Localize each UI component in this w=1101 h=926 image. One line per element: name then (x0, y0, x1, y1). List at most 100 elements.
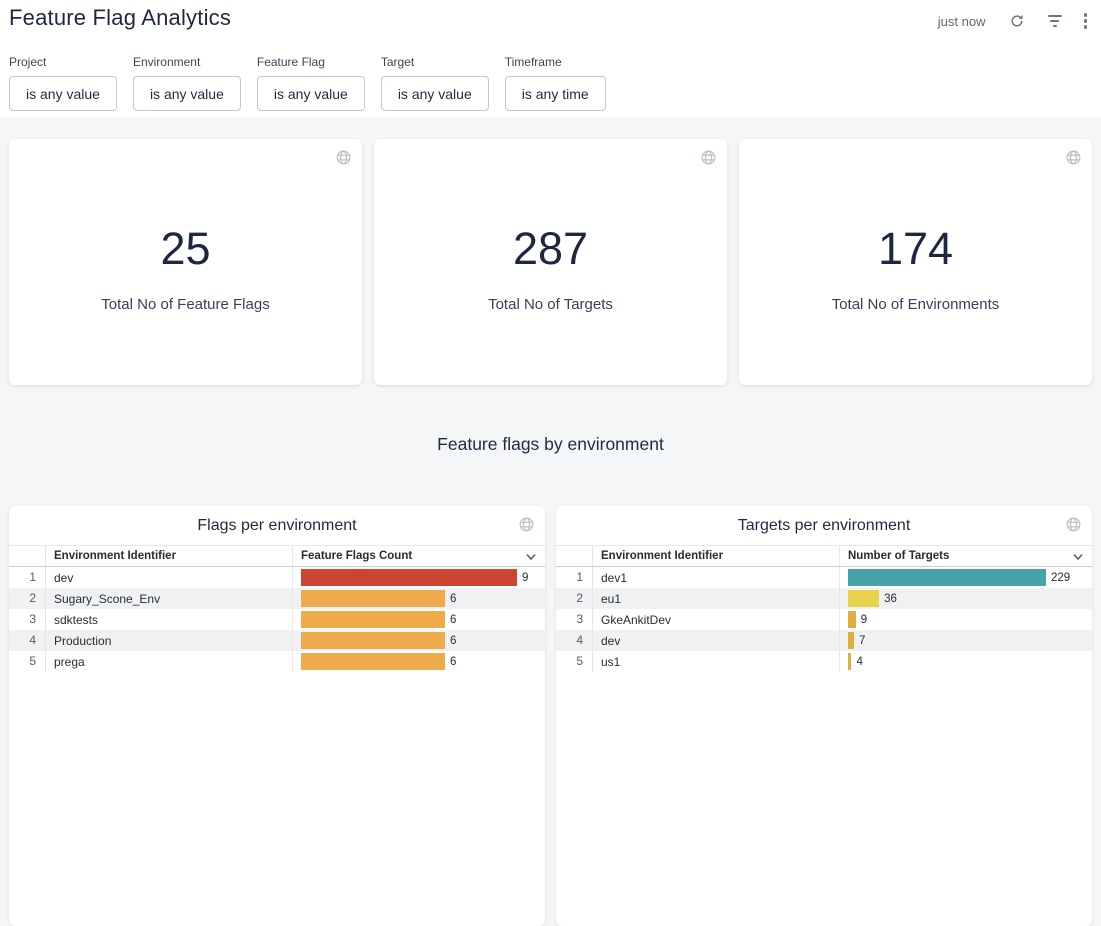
column-header-label: Feature Flags Count (301, 550, 412, 562)
table-row[interactable]: 5 prega 6 (9, 651, 545, 672)
dashboard-filters-button[interactable] (1048, 11, 1062, 31)
filter-label: Environment (133, 55, 241, 69)
page-title: Feature Flag Analytics (9, 5, 231, 31)
title-row: Feature Flag Analytics just now (0, 0, 1101, 31)
value-bar (301, 653, 445, 670)
column-header-feature-flags-count[interactable]: Feature Flags Count (293, 546, 545, 566)
value-bar (848, 590, 879, 607)
filter-target-value[interactable]: is any value (381, 76, 489, 111)
bar-value-label: 36 (884, 593, 897, 605)
value-bar (301, 569, 517, 586)
row-index: 4 (556, 630, 593, 651)
kebab-menu-icon (1084, 13, 1088, 29)
chevron-down-icon[interactable] (525, 552, 537, 562)
cell-environment-identifier: eu1 (593, 588, 840, 609)
filter-environment-value[interactable]: is any value (133, 76, 241, 111)
bar-value-label: 6 (450, 614, 456, 626)
table-row[interactable]: 2 eu1 36 (556, 588, 1092, 609)
row-index: 2 (556, 588, 593, 609)
filter-label: Timeframe (505, 55, 606, 69)
table-row[interactable]: 5 us1 4 (556, 651, 1092, 672)
row-number-column-header (556, 546, 593, 566)
filter-label: Feature Flag (257, 55, 365, 69)
chart-title: Flags per environment (9, 506, 545, 536)
table-body: 1 dev 9 2 Sugary_Scone_Env 6 3 sdktests … (9, 567, 545, 672)
kpi-value: 174 (878, 226, 953, 271)
last-refreshed-text: just now (938, 14, 986, 29)
bar-value-label: 6 (450, 635, 456, 647)
globe-icon (700, 149, 717, 166)
filter-label: Target (381, 55, 489, 69)
more-menu-button[interactable] (1084, 11, 1088, 31)
table-row[interactable]: 3 GkeAnkitDev 9 (556, 609, 1092, 630)
column-header-number-of-targets[interactable]: Number of Targets (840, 546, 1092, 566)
charts-row: Flags per environment Environment Identi… (9, 506, 1092, 926)
filter-feature-flag: Feature Flag is any value (257, 55, 365, 111)
globe-icon (335, 149, 352, 166)
cell-environment-identifier: us1 (593, 651, 840, 672)
cell-environment-identifier: GkeAnkitDev (593, 609, 840, 630)
row-index: 5 (9, 651, 46, 672)
table-row[interactable]: 4 dev 7 (556, 630, 1092, 651)
kpi-card-total-environments: 174 Total No of Environments (739, 139, 1092, 385)
row-index: 3 (556, 609, 593, 630)
column-header-label: Number of Targets (848, 550, 949, 562)
refresh-button[interactable] (1008, 11, 1026, 31)
filter-timeframe: Timeframe is any time (505, 55, 606, 111)
row-number-column-header (9, 546, 46, 566)
bar-value-label: 9 (522, 572, 528, 584)
value-bar (848, 632, 854, 649)
cell-environment-identifier: dev (593, 630, 840, 651)
globe-icon (1065, 149, 1082, 166)
value-bar (301, 611, 445, 628)
cell-environment-identifier: Production (46, 630, 293, 651)
kpi-card-total-targets: 287 Total No of Targets (374, 139, 727, 385)
row-index: 5 (556, 651, 593, 672)
kpi-label: Total No of Targets (488, 296, 613, 313)
dashboard-header: Feature Flag Analytics just now (0, 0, 1101, 117)
bar-value-label: 6 (450, 656, 456, 668)
table-header: Environment Identifier Feature Flags Cou… (9, 545, 545, 567)
table-row[interactable]: 2 Sugary_Scone_Env 6 (9, 588, 545, 609)
table-header: Environment Identifier Number of Targets (556, 545, 1092, 567)
value-bar (301, 632, 445, 649)
bar-value-label: 4 (856, 656, 862, 668)
kpi-label: Total No of Environments (832, 296, 1000, 313)
column-header-environment-identifier[interactable]: Environment Identifier (593, 546, 840, 566)
filter-project: Project is any value (9, 55, 117, 111)
filter-label: Project (9, 55, 117, 69)
filter-project-value[interactable]: is any value (9, 76, 117, 111)
chart-card-flags-per-environment: Flags per environment Environment Identi… (9, 506, 545, 926)
row-index: 3 (9, 609, 46, 630)
chart-title: Targets per environment (556, 506, 1092, 536)
filter-target: Target is any value (381, 55, 489, 111)
row-index: 2 (9, 588, 46, 609)
cell-environment-identifier: dev1 (593, 567, 840, 588)
header-controls: just now (938, 11, 1087, 31)
filter-feature-flag-value[interactable]: is any value (257, 76, 365, 111)
bar-value-label: 7 (859, 635, 865, 647)
table-row[interactable]: 4 Production 6 (9, 630, 545, 651)
value-bar (848, 611, 856, 628)
table-row[interactable]: 1 dev 9 (9, 567, 545, 588)
cell-environment-identifier: dev (46, 567, 293, 588)
table-row[interactable]: 3 sdktests 6 (9, 609, 545, 630)
dashboard-page: Feature Flag Analytics just now (0, 0, 1101, 926)
kpi-row: 25 Total No of Feature Flags 287 Total N… (9, 139, 1092, 385)
filter-environment: Environment is any value (133, 55, 241, 111)
cell-environment-identifier: Sugary_Scone_Env (46, 588, 293, 609)
column-header-environment-identifier[interactable]: Environment Identifier (46, 546, 293, 566)
table-row[interactable]: 1 dev1 229 (556, 567, 1092, 588)
filter-timeframe-value[interactable]: is any time (505, 76, 606, 111)
kpi-label: Total No of Feature Flags (101, 296, 269, 313)
kpi-value: 25 (160, 226, 210, 271)
row-index: 1 (9, 567, 46, 588)
refresh-icon (1008, 12, 1026, 30)
value-bar (848, 653, 851, 670)
bar-value-label: 6 (450, 593, 456, 605)
globe-icon (518, 516, 535, 533)
globe-icon (1065, 516, 1082, 533)
chart-card-targets-per-environment: Targets per environment Environment Iden… (556, 506, 1092, 926)
chevron-down-icon[interactable] (1072, 552, 1084, 562)
row-index: 4 (9, 630, 46, 651)
